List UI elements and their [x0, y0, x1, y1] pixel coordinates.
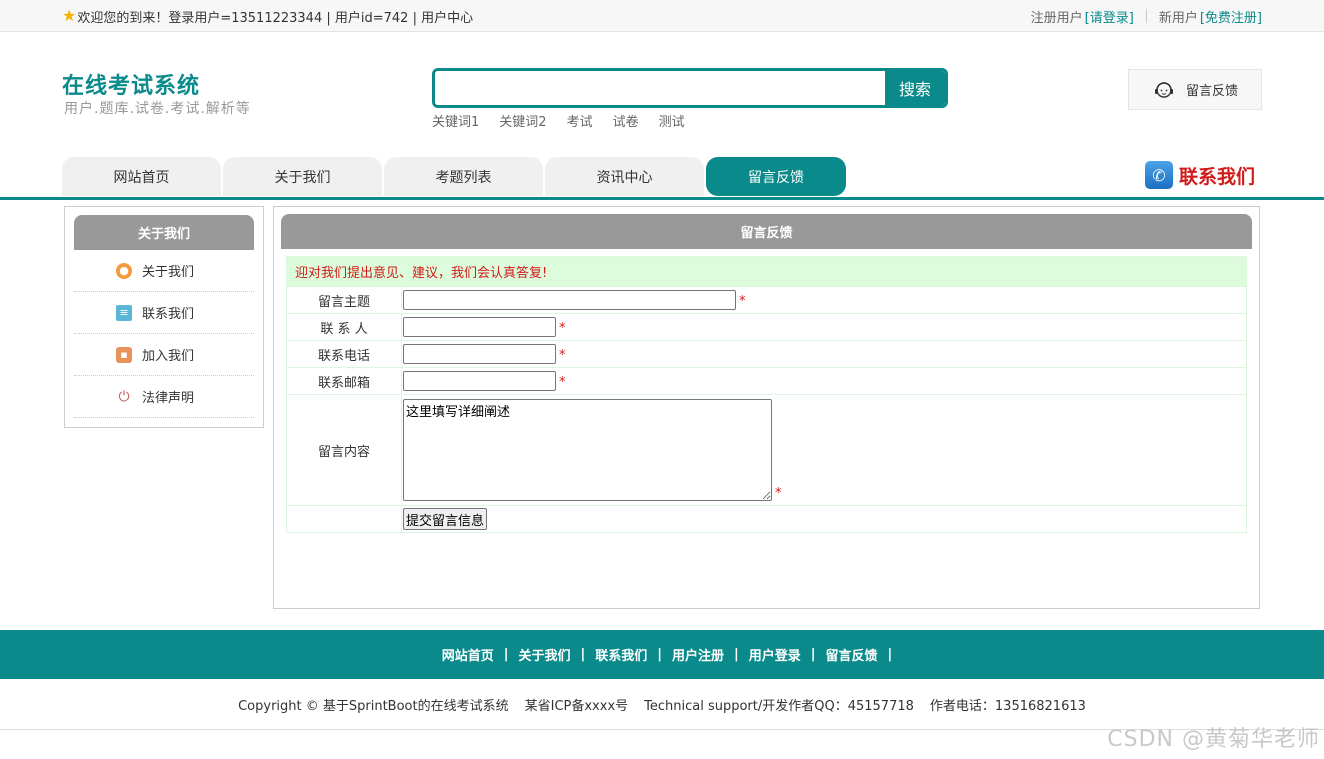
- nav-item-questions[interactable]: 考题列表: [384, 157, 543, 196]
- submit-button[interactable]: 提交留言信息: [403, 508, 488, 530]
- account-links: 注册用户 [请登录] 新用户 [免费注册]: [1031, 7, 1262, 26]
- footer-link-login[interactable]: 用户登录: [749, 645, 801, 664]
- main-content: 关于我们 ● 关于我们 ≡ 联系我们 ▪ 加入我们 ⏻ 法律声明 留言反馈 迎对…: [0, 200, 1324, 625]
- sidebar-title: 关于我们: [74, 215, 254, 250]
- watermark: CSDN @黄菊华老师: [1107, 727, 1320, 752]
- star-icon: ★: [62, 6, 77, 25]
- notice-row: 迎对我们提出意见、建议，我们会认真答复!: [286, 256, 1247, 287]
- nav-item-news[interactable]: 资讯中心: [545, 157, 704, 196]
- nav-item-home[interactable]: 网站首页: [62, 157, 221, 196]
- icp-text: 某省ICP备xxxx号: [524, 698, 629, 714]
- required-mark: *: [775, 486, 782, 501]
- footer-separator: |: [887, 647, 893, 662]
- phone-icon: ✆: [1145, 161, 1173, 189]
- phone-input[interactable]: [403, 344, 556, 364]
- sidebar-item-legal[interactable]: ⏻ 法律声明: [74, 376, 254, 418]
- feedback-panel: 留言反馈 迎对我们提出意见、建议，我们会认真答复! 留言主题 * 联 系 人 *…: [273, 206, 1260, 609]
- register-user-text: 注册用户: [1030, 10, 1083, 26]
- phone-label: 联系电话: [286, 340, 402, 368]
- required-mark: *: [559, 347, 566, 363]
- footer-link-feedback[interactable]: 留言反馈: [826, 645, 878, 664]
- footer-link-contact[interactable]: 联系我们: [595, 645, 647, 664]
- content-textarea[interactable]: 这里填写详细阐述: [403, 399, 772, 501]
- footer-link-home[interactable]: 网站首页: [442, 645, 494, 664]
- required-mark: *: [559, 374, 566, 390]
- email-input[interactable]: [403, 371, 556, 391]
- power-icon: ⏻: [118, 388, 130, 405]
- footer-separator: |: [503, 647, 509, 662]
- footer-link-register[interactable]: 用户注册: [672, 645, 724, 664]
- header: 在线考试系统 用户.题库.试卷.考试.解析等 搜索 关键词1 关键词2 考试 试…: [0, 32, 1324, 156]
- hot-keywords: 关键词1 关键词2 考试 试卷 测试: [432, 111, 685, 130]
- contact-us-link[interactable]: ✆ 联系我们: [1145, 161, 1255, 189]
- subject-input[interactable]: [403, 290, 736, 310]
- sidebar-item-label: 联系我们: [142, 307, 195, 322]
- keyword-link[interactable]: 考试: [567, 111, 593, 130]
- info-circle-icon: ●: [116, 262, 132, 279]
- sidebar-item-label: 法律声明: [142, 391, 195, 406]
- site-title[interactable]: 在线考试系统: [62, 68, 200, 100]
- divider: [1145, 9, 1147, 23]
- content-label: 留言内容: [286, 394, 402, 506]
- feedback-button[interactable]: 留言反馈: [1128, 69, 1262, 110]
- footer-separator: |: [810, 647, 816, 662]
- sidebar-item-about[interactable]: ● 关于我们: [74, 250, 254, 292]
- sidebar-item-join[interactable]: ▪ 加入我们: [74, 334, 254, 376]
- customer-service-icon: [1154, 81, 1173, 98]
- sidebar-item-label: 关于我们: [142, 265, 195, 280]
- welcome-text: 欢迎您的到来！登录用户=13511223344 | 用户id=742 | 用户中…: [77, 10, 474, 26]
- required-mark: *: [739, 293, 746, 309]
- register-link[interactable]: [免费注册]: [1200, 7, 1262, 26]
- feedback-button-label: 留言反馈: [1185, 84, 1238, 99]
- keyword-link[interactable]: 关键词1: [432, 111, 479, 130]
- main-nav: 网站首页 关于我们 考题列表 资讯中心 留言反馈 ✆ 联系我们: [0, 156, 1324, 200]
- search-box: 搜索: [432, 68, 948, 108]
- form-row: 留言主题 *: [286, 286, 1247, 314]
- required-mark: *: [559, 320, 566, 336]
- email-label: 联系邮箱: [286, 367, 402, 395]
- keyword-link[interactable]: 关键词2: [499, 111, 546, 130]
- notice-text: 迎对我们提出意见、建议，我们会认真答复!: [286, 256, 1247, 287]
- sidebar-item-contact[interactable]: ≡ 联系我们: [74, 292, 254, 334]
- nav-item-feedback[interactable]: 留言反馈: [706, 157, 846, 196]
- search-input[interactable]: [435, 71, 885, 105]
- clipboard-icon: ≡: [116, 304, 132, 321]
- panel-title: 留言反馈: [281, 214, 1252, 249]
- site-subtitle: 用户.题库.试卷.考试.解析等: [64, 101, 251, 117]
- footer-separator: |: [734, 647, 739, 662]
- support-text: Technical support/开发作者QQ：45157718: [644, 698, 914, 714]
- new-user-text: 新用户: [1158, 10, 1198, 26]
- feedback-form: 迎对我们提出意见、建议，我们会认真答复! 留言主题 * 联 系 人 * 联系电话…: [286, 256, 1247, 533]
- copyright-text: Copyright © 基于SprintBoot的在线考试系统: [238, 698, 509, 714]
- author-phone-text: 作者电话：13516821613: [929, 698, 1086, 714]
- login-link[interactable]: [请登录]: [1085, 7, 1134, 26]
- contact-input[interactable]: [403, 317, 556, 337]
- form-row: 联 系 人 *: [286, 313, 1247, 341]
- lock-icon: ▪: [116, 346, 132, 363]
- contact-label: 联 系 人: [286, 313, 402, 341]
- welcome-area: ★ 欢迎您的到来！登录用户=13511223344 | 用户id=742 | 用…: [62, 7, 473, 26]
- search-button[interactable]: 搜索: [885, 71, 945, 105]
- form-row: 提交留言信息: [286, 505, 1247, 533]
- keyword-link[interactable]: 试卷: [613, 111, 639, 130]
- keyword-link[interactable]: 测试: [659, 111, 685, 130]
- footer-nav: 网站首页 | 关于我们 | 联系我们 | 用户注册 | 用户登录 | 留言反馈 |: [0, 630, 1324, 679]
- footer-separator: |: [580, 647, 586, 662]
- form-row: 联系邮箱 *: [286, 367, 1247, 395]
- nav-item-about[interactable]: 关于我们: [223, 157, 382, 196]
- sidebar: 关于我们 ● 关于我们 ≡ 联系我们 ▪ 加入我们 ⏻ 法律声明: [64, 206, 264, 428]
- footer-separator: |: [657, 647, 662, 662]
- contact-us-label: 联系我们: [1179, 165, 1256, 188]
- form-row: 留言内容 这里填写详细阐述*: [286, 394, 1247, 506]
- form-row: 联系电话 *: [286, 340, 1247, 368]
- top-bar: ★ 欢迎您的到来！登录用户=13511223344 | 用户id=742 | 用…: [0, 0, 1324, 32]
- footer-link-about[interactable]: 关于我们: [518, 645, 570, 664]
- subject-label: 留言主题: [286, 286, 402, 314]
- sidebar-item-label: 加入我们: [142, 349, 195, 364]
